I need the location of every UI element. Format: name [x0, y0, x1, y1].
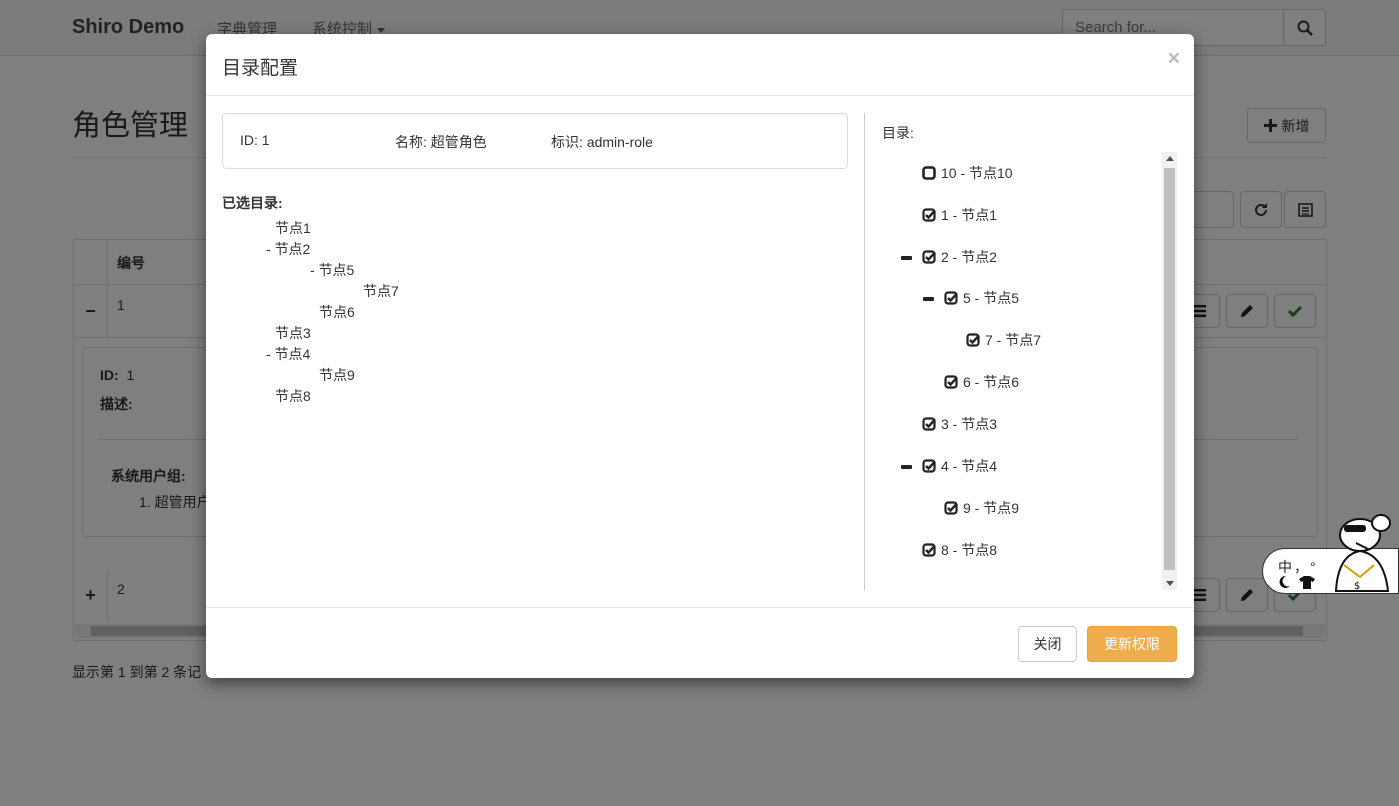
role-key: 标识: admin-role — [551, 134, 653, 150]
tree-scrollbar-thumb[interactable] — [1164, 168, 1175, 570]
tree-node[interactable]: 9 - 节点9 — [944, 498, 1019, 518]
modal-title: 目录配置 — [222, 58, 299, 79]
selected-item: 节点9 — [319, 365, 355, 385]
svg-text:$: $ — [1354, 581, 1360, 592]
selected-item: - 节点5 — [310, 260, 354, 280]
tree-node-label: 2 - 节点2 — [941, 249, 998, 265]
checkbox-checked-icon[interactable] — [922, 417, 936, 431]
tree-node[interactable]: 1 - 节点1 — [922, 205, 997, 225]
checkbox-checked-icon[interactable] — [922, 250, 936, 264]
checkbox-checked-icon[interactable] — [944, 501, 958, 515]
selected-item: - 节点2 — [266, 239, 310, 259]
tree-node[interactable]: 6 - 节点6 — [944, 372, 1019, 392]
tree-node-label: 6 - 节点6 — [963, 374, 1020, 390]
tree-node[interactable]: 8 - 节点8 — [922, 540, 997, 560]
checkbox-checked-icon[interactable] — [922, 208, 936, 222]
selected-item: 节点6 — [319, 302, 355, 322]
selected-item-text: 节点1 — [275, 220, 311, 236]
selected-item-text: 节点2 — [274, 241, 311, 257]
ime-mascot-icon[interactable]: $ — [1326, 505, 1398, 593]
checkbox-unchecked-icon[interactable] — [922, 166, 936, 180]
directory-config-modal: 目录配置 × ID: 1 名称: 超管角色 标识: admin-role 已选目… — [206, 34, 1194, 678]
selected-item-text: 节点9 — [319, 367, 355, 383]
modal-footer: 关闭 更新权限 — [206, 607, 1194, 678]
tree-node[interactable]: 2 - 节点2 — [922, 247, 997, 267]
checkbox-checked-icon[interactable] — [944, 375, 958, 389]
column-divider — [864, 113, 865, 590]
collapse-toggle-icon[interactable] — [923, 297, 934, 301]
checkbox-checked-icon[interactable] — [944, 291, 958, 305]
checkbox-checked-icon[interactable] — [966, 333, 980, 347]
selected-directory-label: 已选目录: — [222, 195, 283, 211]
tree-node[interactable]: 10 - 节点10 — [922, 163, 1013, 183]
role-info-well: ID: 1 名称: 超管角色 标识: admin-role — [222, 113, 848, 169]
tree-node-label: 8 - 节点8 — [941, 542, 998, 558]
selected-item-text: 节点5 — [318, 262, 355, 278]
selected-item-prefix: - — [266, 346, 275, 362]
selected-item: 节点7 — [363, 281, 399, 301]
selected-item-prefix: - — [266, 241, 275, 257]
close-icon[interactable]: × — [1168, 48, 1180, 69]
selected-item-text: 节点7 — [363, 283, 399, 299]
tree-node[interactable]: 4 - 节点4 — [922, 456, 997, 476]
collapse-toggle-icon[interactable] — [901, 256, 912, 260]
role-name: 名称: 超管角色 — [395, 134, 487, 150]
moon-icon[interactable] — [1277, 575, 1291, 589]
selected-item-text: 节点6 — [319, 304, 355, 320]
modal-header: 目录配置 × — [206, 34, 1194, 96]
tree-node-label: 1 - 节点1 — [941, 207, 998, 223]
ime-mode-text: 中，° — [1278, 559, 1318, 575]
selected-item-text: 节点8 — [275, 388, 311, 404]
scroll-up-arrow-icon[interactable] — [1166, 156, 1174, 161]
update-permissions-button[interactable]: 更新权限 — [1087, 626, 1177, 662]
directory-tree: 10 - 节点10 1 - 节点1 2 - 节点2 5 - 节点5 7 - 节点… — [882, 152, 1177, 590]
directory-label: 目录: — [882, 125, 914, 141]
checkbox-checked-icon[interactable] — [922, 459, 936, 473]
tree-node-label: 9 - 节点9 — [963, 500, 1020, 516]
role-id: ID: 1 — [240, 132, 270, 148]
scroll-down-arrow-icon[interactable] — [1166, 581, 1174, 586]
selected-item: 节点8 — [275, 386, 311, 406]
tree-node-label: 10 - 节点10 — [941, 165, 1013, 181]
selected-item: 节点3 — [275, 323, 311, 343]
tree-node-label: 4 - 节点4 — [941, 458, 998, 474]
tree-node[interactable]: 5 - 节点5 — [944, 288, 1019, 308]
close-button[interactable]: 关闭 — [1018, 626, 1077, 662]
tree-node[interactable]: 3 - 节点3 — [922, 414, 997, 434]
checkbox-checked-icon[interactable] — [922, 543, 936, 557]
tree-node[interactable]: 7 - 节点7 — [966, 330, 1041, 350]
selected-item: - 节点4 — [266, 344, 310, 364]
selected-item-prefix: - — [310, 262, 319, 278]
selected-item: 节点1 — [275, 218, 311, 238]
tree-node-label: 7 - 节点7 — [985, 332, 1042, 348]
tree-node-label: 3 - 节点3 — [941, 416, 998, 432]
shirt-icon[interactable] — [1299, 576, 1315, 589]
selected-item-text: 节点4 — [274, 346, 311, 362]
tree-node-label: 5 - 节点5 — [963, 290, 1020, 306]
collapse-toggle-icon[interactable] — [901, 465, 912, 469]
selected-item-text: 节点3 — [275, 325, 311, 341]
tree-scrollbar[interactable] — [1162, 152, 1177, 590]
